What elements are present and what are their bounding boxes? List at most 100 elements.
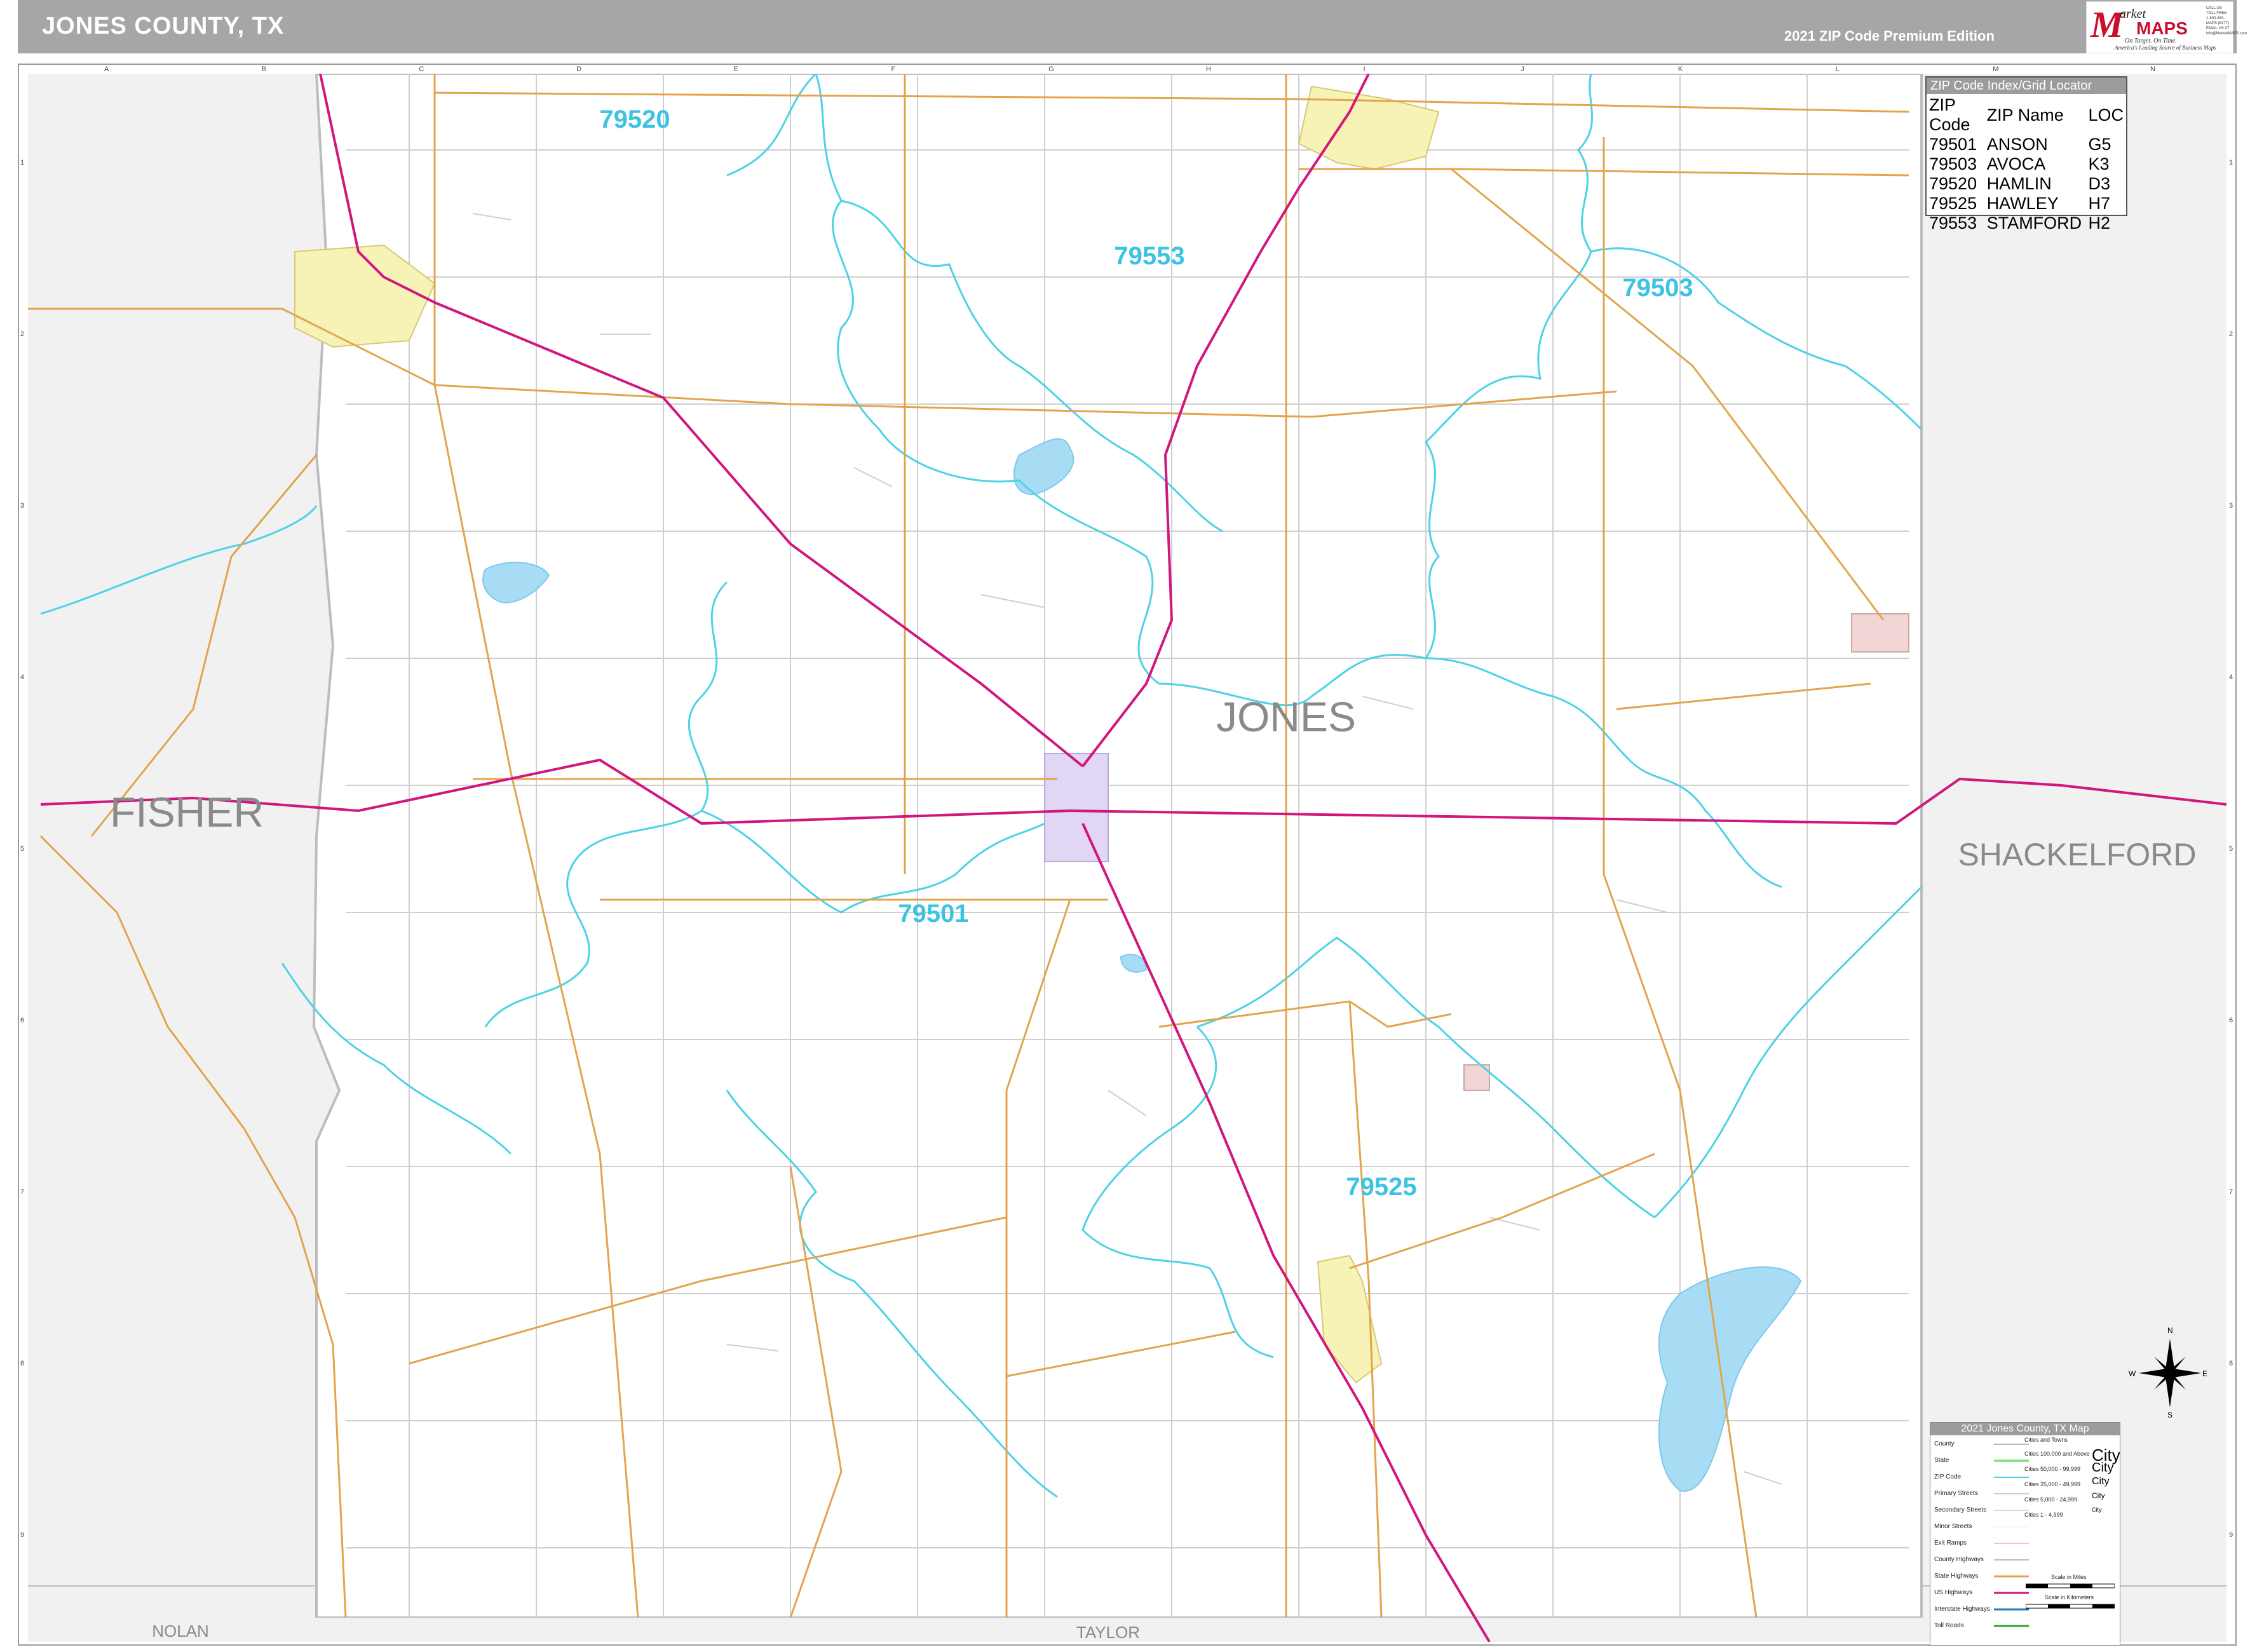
grid-column-label: H xyxy=(1205,65,1211,73)
zip-index-title: ZIP Code Index/Grid Locator xyxy=(1927,78,2126,94)
anson-area xyxy=(1044,753,1109,862)
legend-item: State xyxy=(1934,1457,1949,1464)
zip-cell: 79503 xyxy=(1929,154,1977,173)
loc-cell: H2 xyxy=(2088,213,2110,233)
grid-row-label: 6 xyxy=(20,1017,25,1024)
map-title: JONES COUNTY, TX xyxy=(42,13,285,39)
grid-column-label: M xyxy=(1993,65,1999,73)
logo-tagline-2: America's Leading Source of Business Map… xyxy=(2115,44,2216,51)
zip-cell: 79501 xyxy=(1929,135,1977,154)
map-page: JONES COUNTY, TX 2021 ZIP Code Premium E… xyxy=(0,0,2250,1652)
county-map[interactable]: FISHER SHACKELFORD NOLAN TAYLOR JONES 79… xyxy=(28,74,2226,1642)
grid-row-label: 7 xyxy=(20,1188,25,1196)
zip-index-col-name: ZIP Name xyxy=(1986,105,2064,125)
grid-column-label: E xyxy=(733,65,739,73)
legend-scale-miles: Scale in Miles xyxy=(2051,1574,2087,1580)
name-cell: ANSON xyxy=(1986,135,2048,154)
name-cell: AVOCA xyxy=(1986,154,2046,173)
grid-row-label: 1 xyxy=(2229,159,2233,166)
legend-cities-header: Cities and Towns xyxy=(2024,1437,2068,1443)
zip-index-col-loc: LOC xyxy=(2088,105,2124,125)
grid-column-label: G xyxy=(1048,65,1054,73)
zip-index-table: ZIP Code ZIP Name LOC 79501 ANSON G5 79503… xyxy=(1929,95,2126,233)
contact-line: info@MarketMAPS.com xyxy=(2206,32,2247,36)
grid-row-label: 3 xyxy=(2229,502,2233,510)
zip-label: 79503 xyxy=(1622,274,1693,302)
map-legend: 2021 Jones County, TX Map County State ZIP… xyxy=(1930,1422,2120,1646)
zip-cell: 79520 xyxy=(1929,174,1977,193)
legend-title: 2021 Jones County, TX Map xyxy=(1930,1423,2120,1435)
compass-w: W xyxy=(2129,1369,2136,1378)
grid-row-label: 2 xyxy=(2229,330,2233,338)
table-row: 79553 STAMFORD H2 xyxy=(1929,213,2126,233)
legend-item: County Highways xyxy=(1934,1556,1984,1563)
table-row: 79501 ANSON G5 xyxy=(1929,135,2126,154)
legend-item: Minor Streets xyxy=(1934,1523,1972,1530)
legend-city-class: Cities 1 - 4,999 xyxy=(2024,1512,2063,1518)
grid-column-label: I xyxy=(1363,65,1366,73)
name-cell: HAWLEY xyxy=(1986,194,2059,213)
legend-city-sample: City xyxy=(2092,1506,2102,1513)
contact-line: 1-800-334-MAPS (6277) xyxy=(2206,17,2230,25)
legend-scale-km: Scale in Kilometers xyxy=(2045,1594,2094,1601)
neighbor-label-shackelford: SHACKELFORD xyxy=(1958,837,2196,872)
zip-cell: 79553 xyxy=(1929,213,1977,233)
zip-label: 79501 xyxy=(898,900,968,928)
grid-row-label: 9 xyxy=(2229,1531,2233,1539)
zip-index-col-zip: ZIP Code xyxy=(1929,95,1970,134)
grid-column-label: D xyxy=(576,65,582,73)
header-bar: JONES COUNTY, TX 2021 ZIP Code Premium E… xyxy=(18,0,2247,53)
contact-line: EMAIL US AT xyxy=(2206,27,2230,30)
grid-row-label: 2 xyxy=(20,330,25,338)
table-row: 79503 AVOCA K3 xyxy=(1929,154,2126,174)
logo-contact: CALL US TOLL FREE 1-800-334-MAPS (6277) … xyxy=(2206,6,2247,36)
grid-column-label: C xyxy=(419,65,424,73)
grid-row-label: 1 xyxy=(20,159,25,166)
legend-city-sample: City xyxy=(2092,1491,2105,1500)
legend-city-sample: City xyxy=(2092,1476,2110,1487)
grid-row-label: 5 xyxy=(2229,845,2233,853)
grid-row-label: 5 xyxy=(20,845,25,853)
logo-maps: MAPS xyxy=(2136,18,2188,38)
legend-item: Interstate Highways xyxy=(1934,1606,1990,1613)
grid-column-label: N xyxy=(2150,65,2155,73)
legend-item: Toll Roads xyxy=(1934,1622,1964,1629)
legend-item: Primary Streets xyxy=(1934,1490,1978,1497)
market-maps-logo: M arket MAPS On Target. On Time. America… xyxy=(2086,1,2247,53)
logo-tagline: On Target. On Time. xyxy=(2125,37,2177,44)
compass-s: S xyxy=(2167,1411,2173,1419)
grid-column-label: F xyxy=(891,65,896,73)
edition-label: 2021 ZIP Code Premium Edition xyxy=(1784,28,1995,44)
zip-cell: 79525 xyxy=(1929,194,1977,213)
grid-column-label: L xyxy=(1835,65,1840,73)
scale-bar-miles xyxy=(2026,1583,2115,1588)
grid-row-label: 6 xyxy=(2229,1017,2233,1024)
grid-column-label: K xyxy=(1677,65,1683,73)
neighbor-label-fisher: FISHER xyxy=(110,789,264,836)
compass-n: N xyxy=(2167,1326,2173,1335)
table-row: 79520 HAMLIN D3 xyxy=(1929,174,2126,194)
zip-label: 79520 xyxy=(599,105,670,133)
zip-code-index: ZIP Code Index/Grid Locator ZIP Code ZIP… xyxy=(1925,76,2127,233)
zip-label: 79525 xyxy=(1346,1173,1416,1201)
grid-row-label: 3 xyxy=(20,502,25,510)
compass-e: E xyxy=(2202,1369,2208,1378)
logo-m: M xyxy=(2091,4,2124,45)
loc-cell: H7 xyxy=(2088,194,2110,213)
zip-index-header-row: ZIP Code ZIP Name LOC xyxy=(1929,95,2126,135)
legend-item: ZIP Code xyxy=(1934,1473,1962,1480)
scale-bar-km xyxy=(2026,1604,2115,1609)
grid-column-label: A xyxy=(104,65,109,73)
name-cell: STAMFORD xyxy=(1986,213,2082,233)
county-label-jones: JONES xyxy=(1216,693,1356,740)
grid-row-label: 8 xyxy=(2229,1360,2233,1367)
loc-cell: D3 xyxy=(2088,174,2110,193)
grid-column-label: J xyxy=(1521,65,1524,73)
legend-item: Secondary Streets xyxy=(1934,1506,1987,1513)
lueders-area xyxy=(1851,613,1909,653)
legend-city-class: Cities 25,000 - 49,999 xyxy=(2024,1481,2081,1487)
grid-row-label: 9 xyxy=(20,1531,25,1539)
neighbor-label-nolan: NOLAN xyxy=(152,1622,209,1641)
legend-item: US Highways xyxy=(1934,1589,1973,1596)
legend-city-sample: City xyxy=(2092,1461,2114,1475)
